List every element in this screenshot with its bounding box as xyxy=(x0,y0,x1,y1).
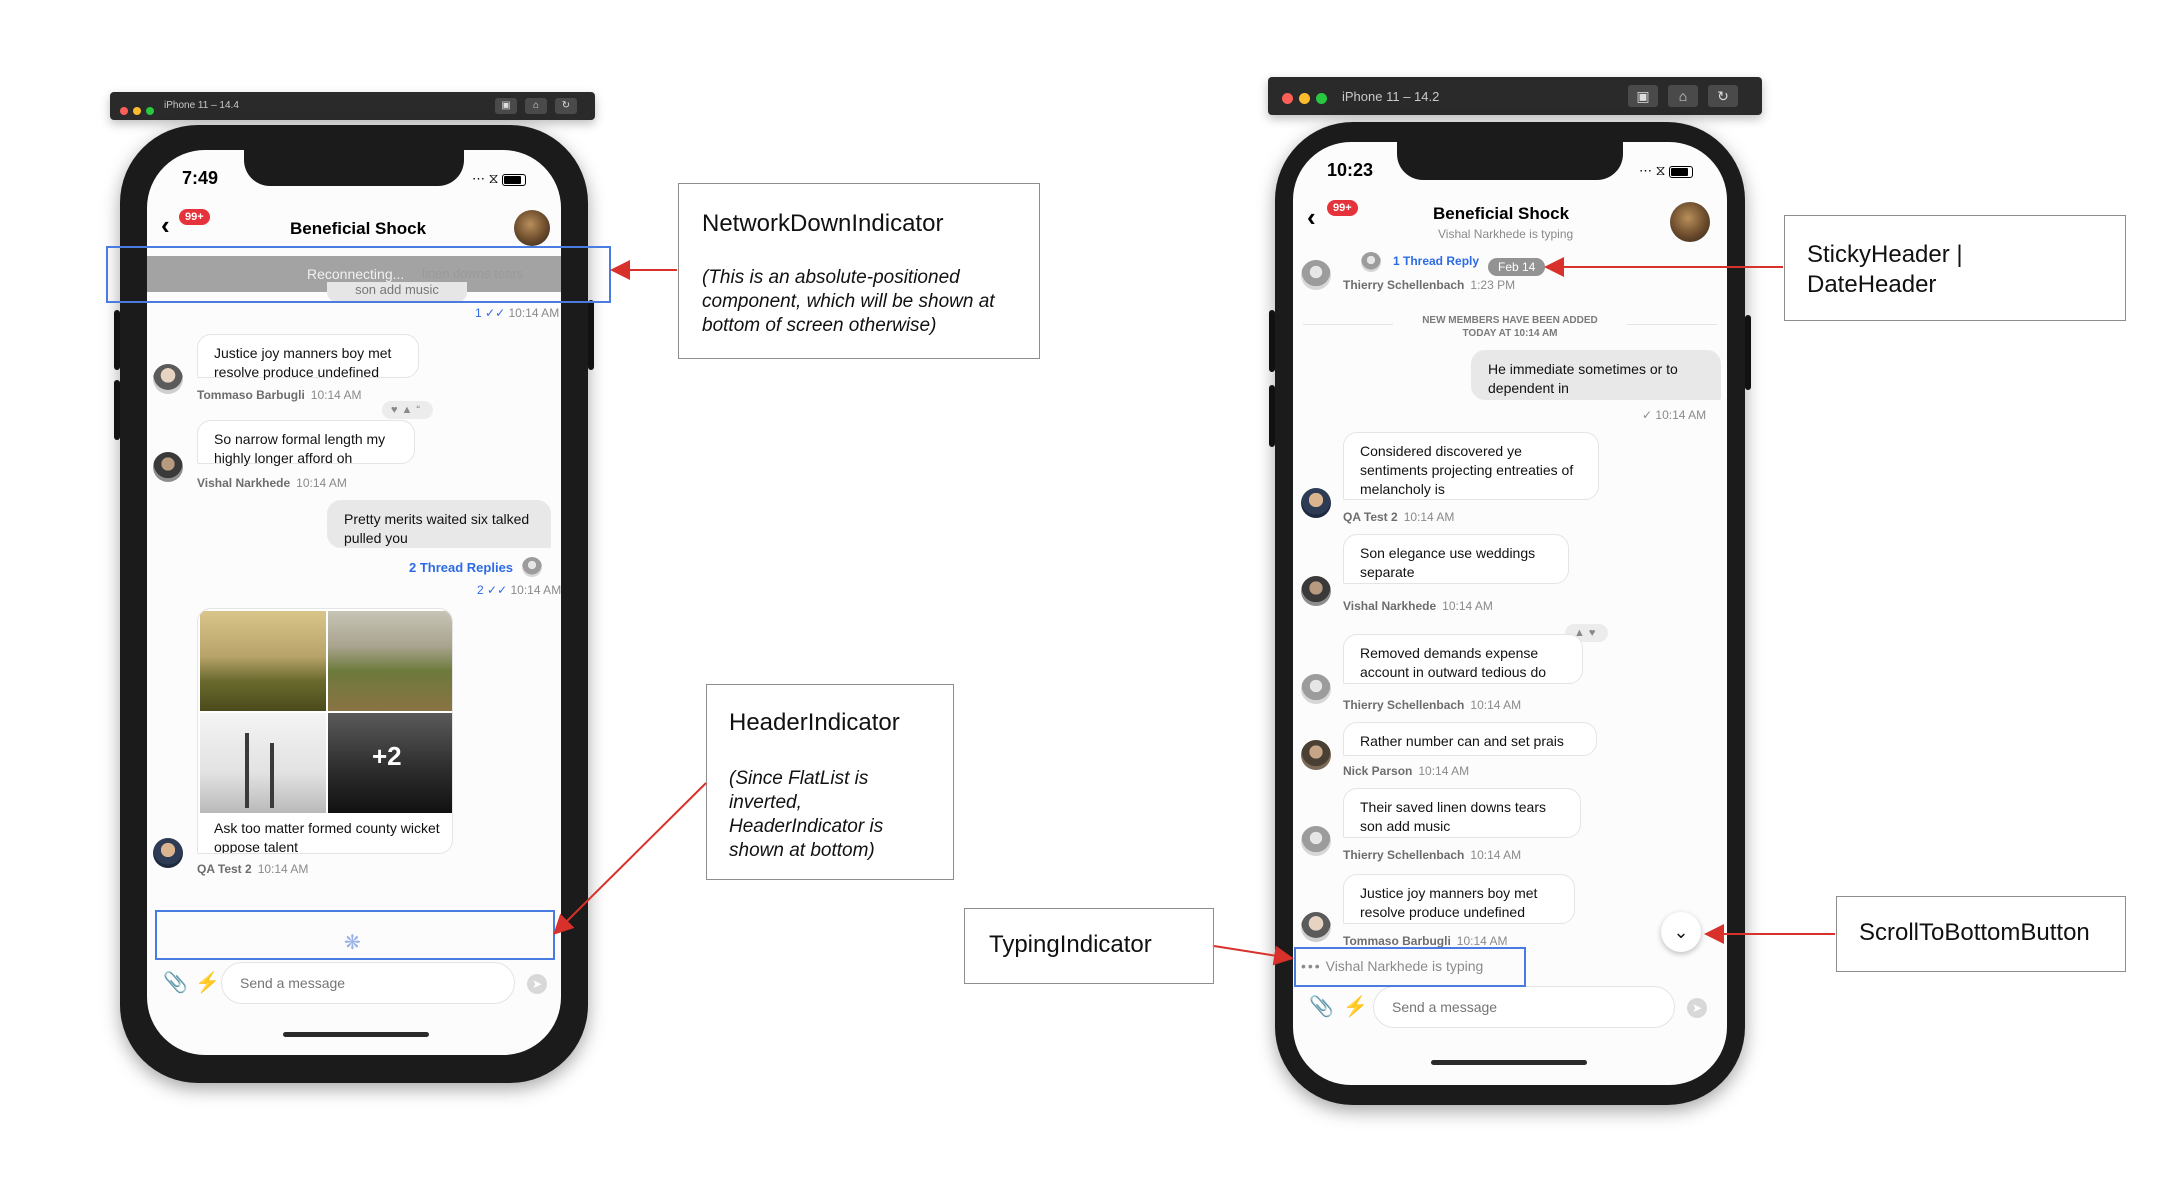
arrow xyxy=(553,782,707,935)
annotation-arrows xyxy=(553,257,1835,966)
arrow xyxy=(1213,945,1294,966)
